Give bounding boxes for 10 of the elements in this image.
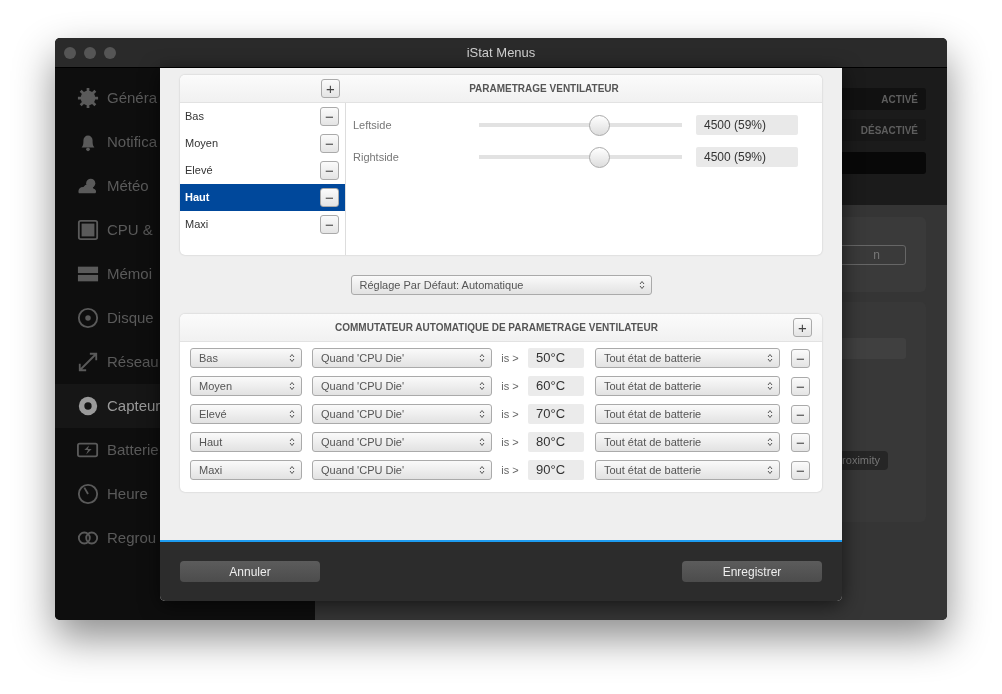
fan-label: Leftside	[353, 117, 393, 133]
section-title: COMMUTATEUR AUTOMATIQUE DE PARAMETRAGE VENTILATEUR	[335, 322, 658, 333]
operator-label: is >	[500, 406, 520, 422]
operator-label: is >	[500, 350, 520, 366]
fan-label: Rightside	[353, 149, 400, 165]
operator-label: is >	[500, 434, 520, 450]
window-title: iStat Menus	[466, 44, 536, 60]
operator-label: is >	[500, 378, 520, 394]
operator-label: is >	[500, 462, 520, 478]
section-title: PARAMETRAGE VENTILATEUR	[469, 83, 619, 94]
